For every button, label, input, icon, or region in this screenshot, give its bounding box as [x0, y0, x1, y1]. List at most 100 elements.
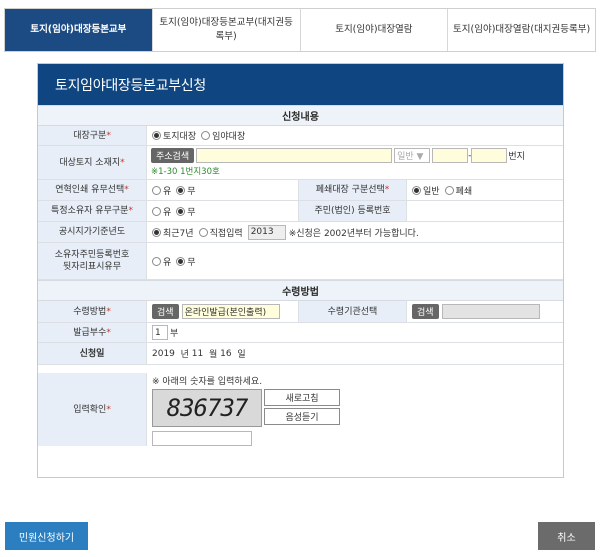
- radio-forest-ledger[interactable]: 임야대장: [201, 129, 245, 142]
- apply-year: 2019: [152, 348, 175, 359]
- captcha-cell: ※ 아래의 숫자를 입력하세요. 836737 새로고침 음성듣기: [147, 373, 340, 446]
- row-price-year: 공시지가기준년도 최근7년 직접입력 2013 ※신청은 2002년부터 가능합…: [38, 222, 563, 243]
- apply-day: 16: [220, 348, 232, 359]
- label-copies: 발급부수 *: [38, 323, 147, 342]
- radio-dot: [201, 131, 211, 140]
- price-year-note: ※신청은 2002년부터 가능합니다.: [288, 228, 419, 239]
- captcha-buttons: 새로고침 음성듣기: [264, 388, 340, 427]
- radio-dot: [152, 227, 161, 237]
- radio-closed-closed[interactable]: 폐쇄: [444, 184, 472, 197]
- price-year-cell: 최근7년 직접입력 2013 ※신청은 2002년부터 가능합니다.: [147, 222, 419, 242]
- address-search-button[interactable]: 주소검색: [151, 148, 195, 163]
- captcha-image: 836737: [152, 388, 262, 427]
- bunji-type-select[interactable]: 일반 ▼: [394, 148, 431, 163]
- radio-land-ledger[interactable]: 토지대장: [152, 129, 196, 142]
- radio-dot: [152, 131, 161, 140]
- radio-dot: [198, 227, 208, 237]
- radio-history-yes[interactable]: 유: [152, 184, 171, 197]
- tab-land-ledger-copy-site-right[interactable]: 토지(임야)대장등본교부(대지권등록부): [152, 9, 301, 51]
- captcha-group: 836737 새로고침 음성듣기: [152, 387, 340, 427]
- sub-bunji-input[interactable]: [471, 148, 508, 163]
- radio-resident-show-no[interactable]: 무: [176, 255, 196, 268]
- section-heading-application: 신청내용: [38, 105, 563, 126]
- row-address: 대상토지 소재지 * 주소검색 일반 ▼ - 번지 ※1-30 1번지30호: [38, 146, 563, 180]
- label-receive-method: 수령방법 *: [38, 301, 147, 322]
- label-receive-org: 수령기관선택: [299, 301, 407, 322]
- radio-recent-7-years[interactable]: 최근7년: [152, 226, 194, 239]
- address-input[interactable]: [196, 148, 393, 163]
- radio-dot: [412, 185, 421, 195]
- submit-application-button[interactable]: 민원신청하기: [5, 522, 88, 550]
- row-apply-date: 신청일 2019 년 11 월 16 일: [38, 343, 563, 365]
- main-bunji-input[interactable]: [432, 148, 469, 163]
- captcha-instruction: ※ 아래의 숫자를 입력하세요.: [152, 376, 263, 387]
- label-ledger-type: 대장구분 *: [38, 126, 147, 145]
- copies-unit: 부: [170, 329, 179, 339]
- closed-radios: 일반 폐쇄: [407, 180, 477, 200]
- label-resident-show: 소유자주민등록번호 뒷자리표시유무: [38, 243, 147, 279]
- label-closed: 폐쇄대장 구분선택 *: [299, 180, 407, 200]
- receive-method-cell: 검색 온라인발급(본인출력): [147, 301, 299, 322]
- captcha-input[interactable]: [152, 430, 252, 446]
- ledger-type-radios: 토지대장 임야대장: [147, 126, 250, 145]
- owner-radios: 유 무: [147, 201, 299, 221]
- label-apply-date: 신청일: [38, 343, 147, 364]
- radio-owner-yes[interactable]: 유: [152, 205, 171, 218]
- tab-land-ledger-copy[interactable]: 토지(임야)대장등본교부: [5, 9, 153, 51]
- radio-closed-normal[interactable]: 일반: [412, 184, 440, 197]
- receive-method-search-button[interactable]: 검색: [152, 304, 179, 319]
- apply-date-cell: 2019 년 11 월 16 일: [147, 343, 246, 364]
- radio-owner-no[interactable]: 무: [176, 205, 196, 218]
- tab-land-ledger-view[interactable]: 토지(임야)대장열람: [300, 9, 449, 51]
- radio-dot: [152, 206, 161, 216]
- copies-input[interactable]: 1: [152, 325, 168, 340]
- receive-org-search-button[interactable]: 검색: [412, 304, 439, 319]
- address-cell: 주소검색 일반 ▼ - 번지 ※1-30 1번지30호: [147, 146, 525, 179]
- radio-direct-input[interactable]: 직접입력: [198, 226, 243, 239]
- section-heading-receive: 수령방법: [38, 280, 563, 301]
- captcha-refresh-button[interactable]: 새로고침: [264, 388, 340, 406]
- row-ledger-type: 대장구분 * 토지대장 임야대장: [38, 126, 563, 146]
- receive-org-cell: 검색: [407, 301, 540, 322]
- tab-bar: 토지(임야)대장등본교부 토지(임야)대장등본교부(대지권등록부) 토지(임야)…: [4, 8, 596, 52]
- radio-dot: [152, 185, 161, 195]
- label-address: 대상토지 소재지 *: [38, 146, 147, 179]
- label-owner: 특정소유자 유무구분 *: [38, 201, 147, 221]
- radio-history-no[interactable]: 무: [176, 184, 196, 197]
- row-resident-show: 소유자주민등록번호 뒷자리표시유무 유 무: [38, 243, 563, 280]
- application-panel: 토지임야대장등본교부신청 신청내용 대장구분 * 토지대장 임야대장 대상토지 소…: [37, 63, 564, 478]
- label-history: 연혁인쇄 유무선택 *: [38, 180, 147, 200]
- label-price-year: 공시지가기준년도: [38, 222, 147, 242]
- tab-land-ledger-view-site-right[interactable]: 토지(임야)대장열람(대지권등록부): [448, 9, 595, 51]
- radio-dot: [152, 256, 161, 266]
- captcha-audio-button[interactable]: 음성듣기: [264, 407, 340, 425]
- row-copies: 발급부수 * 1 부: [38, 323, 563, 343]
- radio-dot: [444, 185, 454, 195]
- apply-day-unit: 일: [237, 350, 246, 360]
- resident-number-cell[interactable]: [407, 201, 412, 221]
- radio-resident-show-yes[interactable]: 유: [152, 255, 171, 268]
- label-resident-number: 주민(법인) 등록번호: [299, 201, 407, 221]
- apply-month: 11: [191, 348, 204, 359]
- radio-dot: [176, 206, 186, 216]
- row-receive: 수령방법 * 검색 온라인발급(본인출력) 수령기관선택 검색: [38, 301, 563, 323]
- year-input[interactable]: 2013: [247, 224, 286, 240]
- bunji-suffix: 번지: [508, 152, 525, 162]
- resident-show-radios: 유 무: [147, 243, 201, 279]
- address-inputs: 주소검색 일반 ▼ - 번지: [151, 148, 525, 163]
- address-hint: ※1-30 1번지30호: [151, 167, 220, 177]
- apply-month-unit: 월: [208, 350, 218, 360]
- copies-cell: 1 부: [147, 323, 178, 342]
- label-captcha: 입력확인 *: [38, 373, 147, 446]
- radio-dot: [176, 185, 186, 195]
- receive-method-input[interactable]: 온라인발급(본인출력): [181, 304, 280, 319]
- history-radios: 유 무: [147, 180, 299, 200]
- row-owner: 특정소유자 유무구분 * 유 무 주민(법인) 등록번호: [38, 201, 563, 222]
- panel-title: 토지임야대장등본교부신청: [38, 64, 563, 105]
- receive-org-input[interactable]: [441, 304, 540, 319]
- cancel-button[interactable]: 취소: [538, 522, 595, 550]
- row-history-closed: 연혁인쇄 유무선택 * 유 무 폐쇄대장 구분선택 * 일반 폐쇄: [38, 180, 563, 201]
- row-captcha: 입력확인 * ※ 아래의 숫자를 입력하세요. 836737 새로고침 음성듣기: [38, 365, 563, 446]
- radio-dot: [176, 256, 186, 266]
- apply-year-unit: 년: [180, 350, 189, 360]
